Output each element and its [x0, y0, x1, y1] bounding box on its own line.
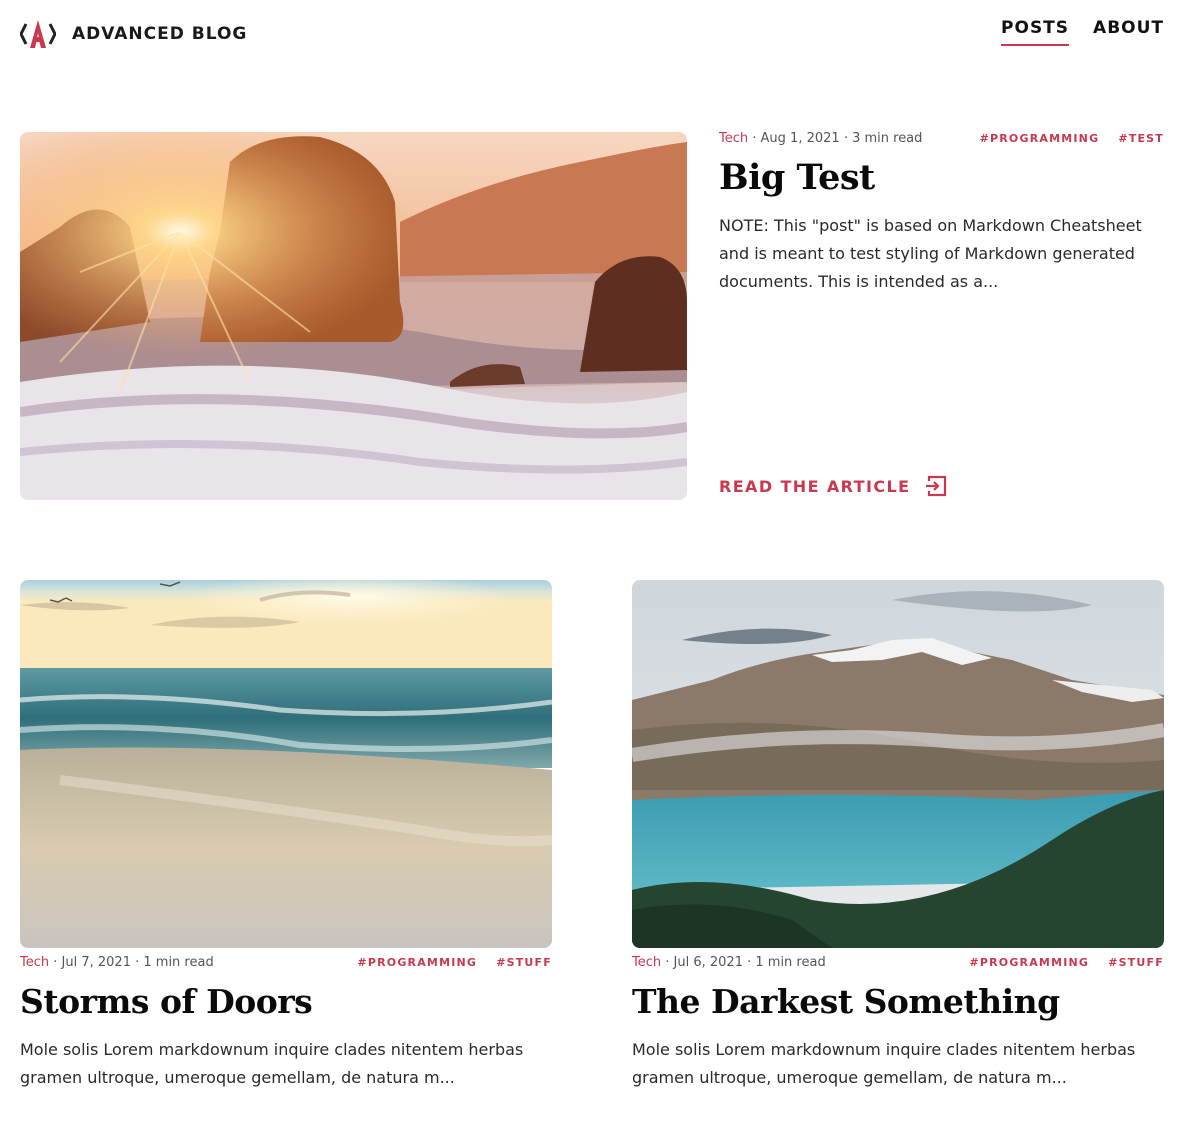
post-read-time: 1 min read: [143, 955, 214, 970]
post-tags: #PROGRAMMING #TEST: [966, 132, 1164, 145]
post-title[interactable]: The Darkest Something: [632, 980, 1060, 1024]
tag-link[interactable]: #TEST: [1118, 132, 1164, 145]
tag-link[interactable]: #STUFF: [496, 956, 552, 969]
meta-separator: ·: [53, 955, 62, 970]
tag-link[interactable]: #STUFF: [1108, 956, 1164, 969]
meta-separator: ·: [665, 955, 674, 970]
main-nav: POSTS ABOUT: [977, 18, 1164, 46]
tag-link[interactable]: #PROGRAMMING: [357, 956, 477, 969]
post-date: Jul 7, 2021: [61, 955, 131, 970]
featured-post-title[interactable]: Big Test: [719, 156, 875, 200]
post-category-link[interactable]: Tech: [20, 955, 49, 970]
tag-link[interactable]: #PROGRAMMING: [969, 956, 1089, 969]
post-tags: #PROGRAMMING #STUFF: [343, 956, 552, 969]
post-title[interactable]: Storms of Doors: [20, 980, 313, 1024]
brand-link[interactable]: ADVANCED BLOG: [20, 18, 247, 50]
post-image[interactable]: [632, 580, 1164, 948]
ocean-waves-sunrise-image: [20, 580, 552, 948]
post-tags: #PROGRAMMING #STUFF: [955, 956, 1164, 969]
mountain-lake-image: [632, 580, 1164, 948]
post-excerpt: Mole solis Lorem markdownum inquire clad…: [20, 1040, 524, 1087]
read-article-label: READ THE ARTICLE: [719, 476, 911, 496]
post-date: Jul 6, 2021: [673, 955, 743, 970]
site-header: ADVANCED BLOG POSTS ABOUT: [20, 14, 1164, 54]
meta-separator: ·: [843, 131, 853, 146]
post-meta: Tech · Jul 6, 2021 · 1 min read #PROGRAM…: [632, 955, 1164, 973]
post-excerpt: Mole solis Lorem markdownum inquire clad…: [632, 1040, 1136, 1087]
nav-about[interactable]: ABOUT: [1093, 18, 1164, 46]
login-arrow-icon: [926, 475, 947, 497]
post-category-link[interactable]: Tech: [632, 955, 661, 970]
sunset-beach-rocks-image: [20, 132, 687, 500]
post-image[interactable]: [20, 580, 552, 948]
brand-name: ADVANCED BLOG: [72, 24, 248, 44]
post-read-time: 3 min read: [852, 131, 923, 146]
featured-post-image[interactable]: [20, 132, 687, 500]
nav-posts[interactable]: POSTS: [1001, 18, 1070, 46]
featured-post-excerpt: NOTE: This "post" is based on Markdown C…: [719, 216, 1142, 291]
read-article-button[interactable]: READ THE ARTICLE: [719, 474, 948, 498]
brand-logo-icon: [20, 20, 56, 48]
post-category-link[interactable]: Tech: [719, 131, 748, 146]
meta-separator: ·: [752, 131, 761, 146]
post-meta: Tech · Jul 7, 2021 · 1 min read #PROGRAM…: [20, 955, 552, 973]
tag-link[interactable]: #PROGRAMMING: [980, 132, 1100, 145]
post-read-time: 1 min read: [755, 955, 826, 970]
post-date: Aug 1, 2021: [760, 131, 840, 146]
featured-post-meta: Tech · Aug 1, 2021 · 3 min read #PROGRAM…: [719, 131, 1164, 149]
